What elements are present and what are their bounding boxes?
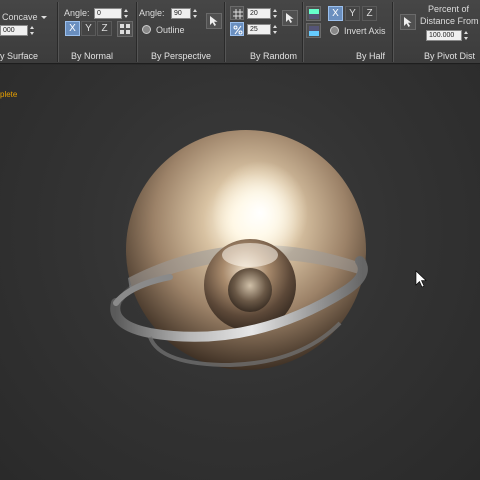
perspective-angle-spinner-icon[interactable]	[192, 8, 198, 19]
concave-label: Concave	[2, 12, 38, 22]
iris-highlight	[222, 243, 278, 267]
half-top-icon	[309, 9, 319, 19]
group-label-by-random: By Random	[250, 51, 298, 61]
normal-axis-y-button[interactable]: Y	[81, 21, 96, 36]
invert-axis-toggle-icon[interactable]	[330, 26, 339, 35]
random-select-button[interactable]	[282, 10, 298, 26]
cursor-arrow-icon	[404, 17, 412, 27]
group-label-by-half: By Half	[356, 51, 386, 61]
pupil	[228, 268, 272, 312]
separator	[392, 2, 393, 62]
group-by-surface: Concave 000	[0, 0, 56, 50]
cursor-arrow-icon	[210, 16, 218, 26]
random-value1-input[interactable]: 20	[247, 8, 271, 19]
half-axis-x-button[interactable]: X	[328, 6, 343, 21]
random-percent-button[interactable]	[230, 22, 244, 36]
normal-axis-x-button[interactable]: X	[65, 21, 80, 36]
random-seed-button[interactable]	[230, 6, 244, 20]
pivot-select-button[interactable]	[400, 14, 416, 30]
outline-toggle-icon[interactable]	[142, 25, 151, 34]
normal-angle-spinner-icon[interactable]	[123, 8, 129, 19]
group-by-pivot: Percent of Distance From 100.000	[394, 0, 480, 50]
random-value2-spinner-icon[interactable]	[272, 24, 278, 35]
half-axis-z-button[interactable]: Z	[362, 6, 377, 21]
perspective-angle-label: Angle:	[139, 8, 165, 18]
percent-icon	[233, 25, 243, 35]
group-label-by-normal: By Normal	[71, 51, 114, 61]
concave-value-input[interactable]: 000	[0, 25, 28, 36]
half-bottom-icon	[309, 26, 319, 36]
outline-label: Outline	[156, 25, 185, 35]
perspective-viewport[interactable]: plete	[0, 65, 480, 480]
eyeball-model[interactable]	[0, 65, 480, 480]
cursor-arrow-icon	[286, 13, 294, 23]
separator	[302, 2, 303, 62]
modeling-ribbon: Concave 000 Angle: 0 X Y Z Angle: 90 Out…	[0, 0, 480, 64]
pivot-distance-input[interactable]: 100.000	[426, 30, 462, 41]
perspective-select-button[interactable]	[206, 13, 222, 29]
group-label-by-surface: y Surface	[0, 51, 39, 61]
mouse-cursor-icon	[415, 270, 427, 288]
separator	[57, 2, 58, 62]
half-top-button[interactable]	[306, 6, 321, 21]
distance-from-label: Distance From	[420, 16, 479, 26]
invert-axis-label: Invert Axis	[344, 26, 386, 36]
random-value2-input[interactable]: 25	[247, 24, 271, 35]
separator	[224, 2, 225, 62]
half-bottom-button[interactable]	[306, 23, 321, 38]
group-label-by-pivot: By Pivot Dist	[424, 51, 476, 61]
normal-angle-label: Angle:	[64, 8, 90, 18]
group-label-by-perspective: By Perspective	[151, 51, 212, 61]
separator	[136, 2, 137, 62]
group-by-half: X Y Z Invert Axis	[304, 0, 390, 50]
group-by-normal: Angle: 0 X Y Z	[60, 0, 134, 50]
normal-axis-z-button[interactable]: Z	[97, 21, 112, 36]
concave-spinner-icon[interactable]	[29, 25, 35, 36]
pivot-distance-spinner-icon[interactable]	[463, 30, 469, 41]
grid-icon	[120, 24, 130, 34]
group-by-perspective: Angle: 90 Outline	[138, 0, 222, 50]
random-value1-spinner-icon[interactable]	[272, 8, 278, 19]
hash-icon	[233, 9, 243, 19]
concave-dropdown-arrow-icon[interactable]	[41, 16, 47, 19]
group-by-random: 20 25	[226, 0, 302, 50]
half-axis-y-button[interactable]: Y	[345, 6, 360, 21]
perspective-angle-input[interactable]: 90	[171, 8, 191, 19]
normal-grid-button[interactable]	[117, 21, 133, 37]
percent-of-label: Percent of	[428, 4, 470, 14]
normal-angle-input[interactable]: 0	[94, 8, 122, 19]
